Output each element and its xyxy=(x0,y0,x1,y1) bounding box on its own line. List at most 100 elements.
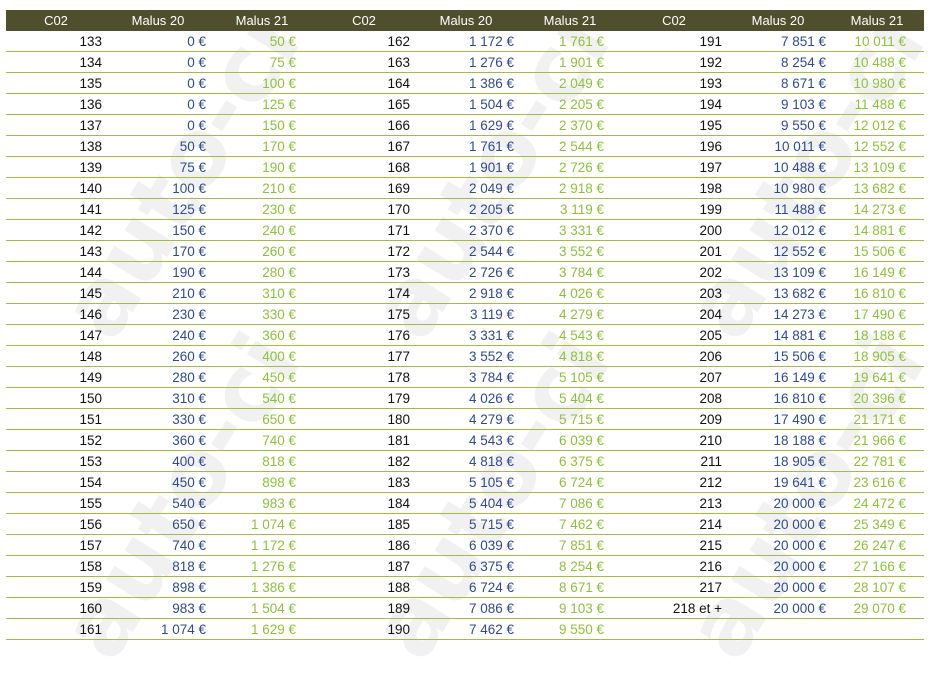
cell-malus-20: 1 172 € xyxy=(414,31,518,52)
cell-malus-20: 125 € xyxy=(106,198,210,220)
cell-malus-21: 230 € xyxy=(210,198,314,220)
cell-co2: 138 xyxy=(6,135,106,157)
cell-co2: 189 xyxy=(314,597,414,619)
cell-malus-20: 190 € xyxy=(106,261,210,283)
cell-co2: 173 xyxy=(314,261,414,283)
cell-malus-20: 100 € xyxy=(106,177,210,199)
cell-malus-21: 14 273 € xyxy=(830,198,924,220)
cell-co2: 183 xyxy=(314,471,414,493)
cell-malus-20: 15 506 € xyxy=(726,345,830,367)
cell-malus-21: 19 641 € xyxy=(830,366,924,388)
cell-malus-20: 1 761 € xyxy=(414,135,518,157)
cell-co2: 157 xyxy=(6,534,106,556)
table-row: 143 170 €260 €172 2 544 €3 552 €201 12 552 … xyxy=(6,240,924,262)
cell-malus-20: 18 905 € xyxy=(726,450,830,472)
table-body: 133 0 €50 €162 1 172 €1 761 €191 7 851 €10 … xyxy=(6,31,924,640)
cell-malus-20: 20 000 € xyxy=(726,597,830,619)
cell-co2: 216 xyxy=(622,555,726,577)
cell-malus-20: 6 724 € xyxy=(414,576,518,598)
cell-malus-20: 0 € xyxy=(106,51,210,73)
cell-co2: 146 xyxy=(6,303,106,325)
cell-co2: 211 xyxy=(622,450,726,472)
cell-malus-20: 2 370 € xyxy=(414,219,518,241)
header-malus-20: Malus 20 xyxy=(414,10,518,31)
cell-malus-21: 740 € xyxy=(210,429,314,451)
cell-malus-20: 4 026 € xyxy=(414,387,518,409)
cell-malus-20: 983 € xyxy=(106,597,210,619)
cell-malus-21: 2 370 € xyxy=(518,114,622,136)
cell-co2: 171 xyxy=(314,219,414,241)
cell-malus-21: 9 103 € xyxy=(518,597,622,619)
cell-co2: 136 xyxy=(6,93,106,115)
cell-malus-20: 230 € xyxy=(106,303,210,325)
cell-malus-21: 400 € xyxy=(210,345,314,367)
cell-malus-21: 4 818 € xyxy=(518,345,622,367)
cell-malus-21: 14 881 € xyxy=(830,219,924,241)
cell-malus-20: 4 279 € xyxy=(414,408,518,430)
cell-co2: 175 xyxy=(314,303,414,325)
cell-co2: 212 xyxy=(622,471,726,493)
cell-co2: 203 xyxy=(622,282,726,304)
cell-malus-20: 4 543 € xyxy=(414,429,518,451)
cell-malus-21: 1 901 € xyxy=(518,51,622,73)
table-row: 147 240 €360 €176 3 331 €4 543 €205 14 881 … xyxy=(6,324,924,346)
cell-co2: 208 xyxy=(622,387,726,409)
cell-malus-20: 260 € xyxy=(106,345,210,367)
cell-malus-21: 3 784 € xyxy=(518,261,622,283)
cell-co2: 209 xyxy=(622,408,726,430)
table-row: 134 0 €75 €163 1 276 €1 901 €192 8 254 €10 … xyxy=(6,51,924,73)
table-row: 159 898 €1 386 €188 6 724 €8 671 €217 20 00… xyxy=(6,576,924,598)
table-row: 161 1 074 €1 629 €190 7 462 €9 550 € xyxy=(6,618,924,640)
cell-co2: 201 xyxy=(622,240,726,262)
cell-malus-21: 17 490 € xyxy=(830,303,924,325)
table-row: 139 75 €190 €168 1 901 €2 726 €197 10 488 €… xyxy=(6,156,924,178)
cell-co2: 217 xyxy=(622,576,726,598)
cell-malus-20: 17 490 € xyxy=(726,408,830,430)
cell-co2: 160 xyxy=(6,597,106,619)
cell-co2: 182 xyxy=(314,450,414,472)
cell-co2: 135 xyxy=(6,72,106,94)
cell-malus-21: 3 552 € xyxy=(518,240,622,262)
cell-malus-21: 125 € xyxy=(210,93,314,115)
cell-co2: 204 xyxy=(622,303,726,325)
cell-co2: 179 xyxy=(314,387,414,409)
cell-malus-20: 400 € xyxy=(106,450,210,472)
cell-co2: 167 xyxy=(314,135,414,157)
cell-malus-21: 6 039 € xyxy=(518,429,622,451)
cell-co2: 144 xyxy=(6,261,106,283)
cell-co2: 192 xyxy=(622,51,726,73)
cell-co2: 206 xyxy=(622,345,726,367)
cell-malus-21: 818 € xyxy=(210,450,314,472)
cell-co2: 166 xyxy=(314,114,414,136)
table-row: 150 310 €540 €179 4 026 €5 404 €208 16 810 … xyxy=(6,387,924,409)
cell-malus-21: 330 € xyxy=(210,303,314,325)
cell-malus-20: 4 818 € xyxy=(414,450,518,472)
cell-co2: 165 xyxy=(314,93,414,115)
cell-malus-21: 18 188 € xyxy=(830,324,924,346)
cell-malus-21: 310 € xyxy=(210,282,314,304)
cell-malus-21: 1 629 € xyxy=(210,618,314,640)
cell-malus-21: 170 € xyxy=(210,135,314,157)
cell-malus-21: 12 012 € xyxy=(830,114,924,136)
malus-table: C02 Malus 20 Malus 21 C02 Malus 20 Malus… xyxy=(6,10,924,640)
cell-malus-20: 9 550 € xyxy=(726,114,830,136)
cell-malus-21: 23 616 € xyxy=(830,471,924,493)
cell-malus-20: 16 810 € xyxy=(726,387,830,409)
cell-co2: 137 xyxy=(6,114,106,136)
cell-co2: 139 xyxy=(6,156,106,178)
cell-co2: 170 xyxy=(314,198,414,220)
cell-malus-20: 650 € xyxy=(106,513,210,535)
header-malus-20: Malus 20 xyxy=(106,10,210,31)
cell-malus-20: 1 504 € xyxy=(414,93,518,115)
cell-co2: 150 xyxy=(6,387,106,409)
table-row: 140 100 €210 €169 2 049 €2 918 €198 10 980 … xyxy=(6,177,924,199)
cell-co2: 164 xyxy=(314,72,414,94)
table-row: 135 0 €100 €164 1 386 €2 049 €193 8 671 €10… xyxy=(6,72,924,94)
cell-malus-21: 6 375 € xyxy=(518,450,622,472)
cell-malus-20: 0 € xyxy=(106,114,210,136)
cell-malus-20: 898 € xyxy=(106,576,210,598)
cell-malus-21: 26 247 € xyxy=(830,534,924,556)
cell-malus-21: 190 € xyxy=(210,156,314,178)
table-row: 141 125 €230 €170 2 205 €3 119 €199 11 488 … xyxy=(6,198,924,220)
cell-malus-21: 3 119 € xyxy=(518,198,622,220)
